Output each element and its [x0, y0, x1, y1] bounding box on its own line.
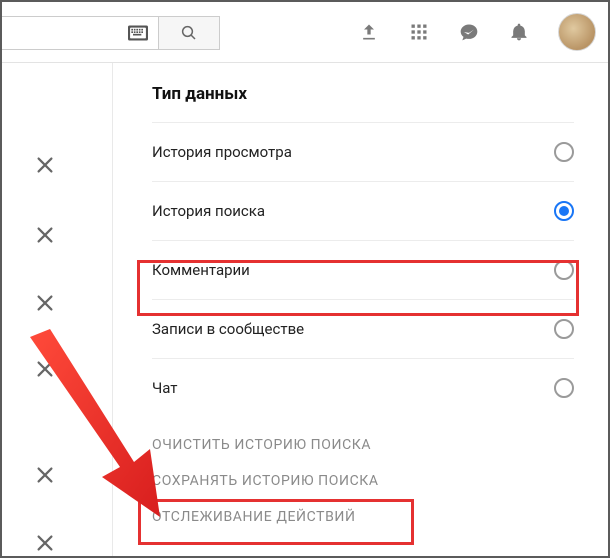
radio-icon [554, 142, 574, 162]
radio-icon [554, 378, 574, 398]
action-keep-search-history[interactable]: Сохранять историю поиска [152, 463, 574, 499]
option-chat[interactable]: Чат [152, 358, 574, 417]
search-box [0, 16, 220, 50]
search-button[interactable] [158, 16, 220, 50]
close-icon[interactable] [34, 358, 56, 380]
close-icon[interactable] [34, 292, 56, 314]
left-column [2, 62, 113, 556]
option-history-search[interactable]: История поиска [152, 181, 574, 240]
radio-icon [554, 260, 574, 280]
avatar[interactable] [558, 13, 596, 51]
option-label: Записи в сообществе [152, 320, 304, 338]
close-icon[interactable] [34, 154, 56, 176]
close-icon[interactable] [34, 224, 56, 246]
app-window: Тип данных История просмотра История пои… [0, 0, 610, 558]
bell-icon[interactable] [508, 21, 530, 43]
top-bar [2, 2, 608, 63]
panel-title: Тип данных [152, 84, 574, 104]
action-activity-tracking[interactable]: Отслеживание действий [152, 499, 574, 535]
option-community-posts[interactable]: Записи в сообществе [152, 299, 574, 358]
topbar-icons [358, 2, 596, 62]
messages-icon[interactable] [458, 21, 480, 43]
close-icon[interactable] [34, 532, 56, 554]
radio-icon [554, 319, 574, 339]
option-label: Комментарии [152, 261, 250, 279]
action-clear-search-history[interactable]: Очистить историю поиска [152, 427, 574, 463]
upload-icon[interactable] [358, 21, 380, 43]
apps-icon[interactable] [408, 21, 430, 43]
close-icon[interactable] [34, 464, 56, 486]
option-label: История просмотра [152, 143, 292, 161]
radio-icon [554, 201, 574, 221]
keyboard-icon[interactable] [128, 24, 148, 42]
search-icon [180, 24, 198, 42]
option-history-view[interactable]: История просмотра [152, 122, 574, 181]
option-label: История поиска [152, 202, 265, 220]
panel-actions: Очистить историю поиска Сохранять истори… [152, 427, 574, 535]
data-type-panel: Тип данных История просмотра История пои… [112, 62, 608, 556]
option-label: Чат [152, 379, 178, 397]
option-comments[interactable]: Комментарии [152, 240, 574, 299]
